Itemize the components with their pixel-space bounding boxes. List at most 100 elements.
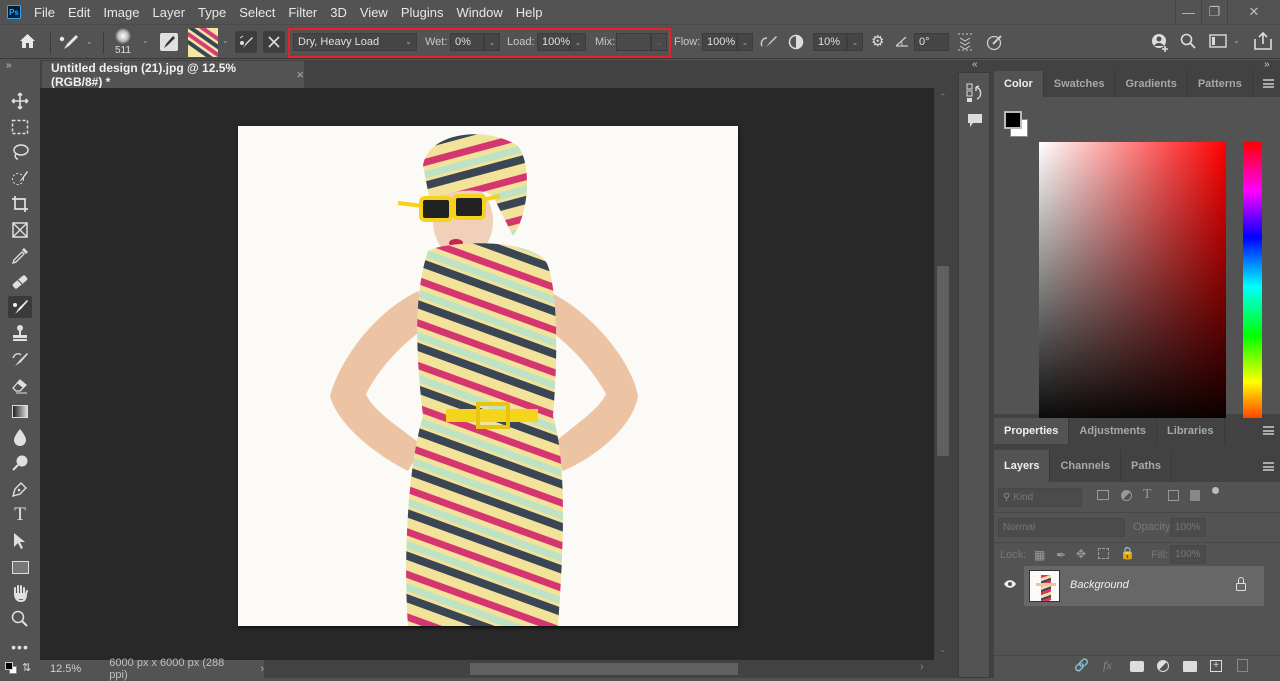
horizontal-scroll-thumb[interactable] [470, 663, 738, 675]
comments-panel-button[interactable] [966, 113, 984, 132]
scroll-right-icon[interactable]: › [920, 661, 924, 673]
lock-transparent-pixels-icon[interactable]: ▦ [1034, 548, 1045, 562]
delete-layer-trash-icon[interactable] [1237, 659, 1248, 672]
pressure-size-toggle[interactable] [956, 32, 974, 55]
lock-position-icon[interactable]: ✥ [1076, 547, 1086, 561]
gradient-tool[interactable] [8, 400, 32, 422]
menu-select[interactable]: Select [239, 5, 275, 20]
dodge-tool[interactable] [8, 452, 32, 474]
crop-tool[interactable] [8, 193, 32, 215]
clone-stamp-tool[interactable] [8, 322, 32, 344]
mixer-brush-tool[interactable] [8, 296, 32, 318]
blend-mode-select[interactable]: Normal [998, 518, 1125, 537]
workspace-switcher[interactable] [1209, 34, 1227, 51]
layer-visibility-toggle[interactable] [1003, 578, 1017, 592]
layer-style-fx-icon[interactable]: fx [1103, 658, 1112, 673]
color-saturation-field[interactable] [1039, 142, 1226, 431]
brush-angle-input[interactable]: 0° [914, 33, 949, 51]
symmetry-button[interactable] [986, 33, 1004, 54]
menu-layer[interactable]: Layer [153, 5, 186, 20]
menu-plugins[interactable]: Plugins [401, 5, 444, 20]
tab-gradients[interactable]: Gradients [1115, 71, 1188, 97]
hue-slider[interactable] [1243, 142, 1262, 431]
edit-toolbar-button[interactable]: ••• [8, 636, 32, 658]
tab-adjustments[interactable]: Adjustments [1069, 418, 1158, 444]
menu-window[interactable]: Window [456, 5, 502, 20]
tab-layers[interactable]: Layers [994, 450, 1051, 482]
opacity-input[interactable]: 100% [1170, 518, 1206, 537]
tab-channels[interactable]: Channels [1050, 450, 1121, 482]
link-layers-icon[interactable]: 🔗 [1074, 658, 1089, 672]
lock-artboards-icon[interactable] [1098, 548, 1109, 559]
scroll-up-icon[interactable]: ⌃ [939, 92, 947, 103]
fill-input[interactable]: 100% [1170, 545, 1206, 564]
share-button[interactable] [1254, 31, 1272, 53]
hand-tool[interactable] [8, 582, 32, 604]
tab-swatches[interactable]: Swatches [1044, 71, 1116, 97]
new-layer-icon[interactable]: + [1210, 660, 1222, 672]
type-tool[interactable]: T [8, 504, 32, 526]
default-colors-button[interactable] [5, 662, 19, 676]
new-adjustment-layer-icon[interactable] [1157, 660, 1169, 672]
chevron-down-icon[interactable]: ⌄ [222, 36, 229, 45]
eraser-tool[interactable] [8, 374, 32, 396]
vertical-scrollbar[interactable]: ⌃ ⌄ [934, 88, 954, 660]
filter-pixel-layers-icon[interactable] [1097, 490, 1109, 500]
tool-preset-picker[interactable]: ⌄ [58, 33, 93, 54]
share-user-button[interactable] [1150, 32, 1170, 55]
layer-name[interactable]: Background [1070, 579, 1129, 591]
airbrush-toggle[interactable] [759, 34, 779, 53]
pen-tool[interactable] [8, 478, 32, 500]
lock-all-icon[interactable]: 🔒 [1120, 546, 1135, 560]
tab-properties[interactable]: Properties [994, 418, 1070, 444]
close-document-icon[interactable]: × [296, 67, 304, 82]
tab-patterns[interactable]: Patterns [1188, 71, 1253, 97]
scroll-down-icon[interactable]: ⌄ [939, 644, 947, 655]
chevron-down-icon[interactable]: ⌄ [1233, 36, 1240, 45]
history-brush-tool[interactable] [8, 348, 32, 370]
chevron-down-icon[interactable]: ⌄ [142, 36, 149, 45]
document-tab[interactable]: Untitled design (21).jpg @ 12.5% (RGB/8#… [42, 61, 304, 89]
history-panel-button[interactable] [966, 83, 984, 106]
flow-dropdown[interactable]: ⌄ [737, 33, 753, 51]
color-panel-menu-icon[interactable] [1263, 79, 1274, 88]
smoothing-dropdown[interactable]: ⌄ [847, 33, 863, 51]
menu-type[interactable]: Type [198, 5, 226, 20]
filter-smart-objects-icon[interactable] [1190, 490, 1200, 501]
home-button[interactable] [19, 33, 36, 52]
filter-type-layers-icon[interactable]: T [1143, 487, 1152, 503]
zoom-tool[interactable] [8, 608, 32, 630]
eyedropper-tool[interactable] [8, 245, 32, 267]
menu-view[interactable]: View [360, 5, 388, 20]
brush-preset-picker[interactable]: 511 [113, 27, 135, 57]
lasso-tool[interactable] [8, 141, 32, 163]
minimize-button[interactable]: — [1175, 0, 1201, 24]
swap-colors-icon[interactable]: ⇅ [22, 661, 31, 674]
new-group-folder-icon[interactable] [1183, 661, 1197, 672]
load-brush-after-stroke-toggle[interactable] [235, 31, 257, 53]
filter-adjustment-layers-icon[interactable] [1121, 490, 1132, 501]
path-selection-tool[interactable] [8, 530, 32, 552]
collapse-right-dock-button[interactable]: » [1264, 59, 1270, 70]
healing-brush-tool[interactable] [8, 271, 32, 293]
layers-panel-menu-icon[interactable] [1263, 462, 1274, 471]
filter-shape-layers-icon[interactable] [1168, 490, 1179, 501]
search-button[interactable] [1180, 33, 1196, 52]
menu-edit[interactable]: Edit [68, 5, 90, 20]
layer-lock-icon[interactable] [1236, 583, 1246, 591]
quick-selection-tool[interactable] [8, 167, 32, 189]
filter-toggle-switch[interactable] [1212, 487, 1219, 494]
layer-row[interactable]: Background [1024, 566, 1264, 606]
clean-brush-after-stroke-toggle[interactable] [263, 31, 285, 53]
menu-help[interactable]: Help [516, 5, 543, 20]
tab-color[interactable]: Color [994, 71, 1044, 97]
status-info-menu-icon[interactable]: › [260, 663, 264, 675]
document-image[interactable] [238, 126, 738, 626]
menu-file[interactable]: File [34, 5, 55, 20]
current-brush-load-swatch[interactable] [188, 28, 218, 57]
smoothing-options-button[interactable] [788, 34, 804, 53]
menu-3d[interactable]: 3D [330, 5, 347, 20]
rectangle-tool[interactable] [8, 556, 32, 578]
expand-panel-button[interactable]: » [6, 60, 12, 71]
flow-input[interactable]: 100% [702, 33, 737, 51]
